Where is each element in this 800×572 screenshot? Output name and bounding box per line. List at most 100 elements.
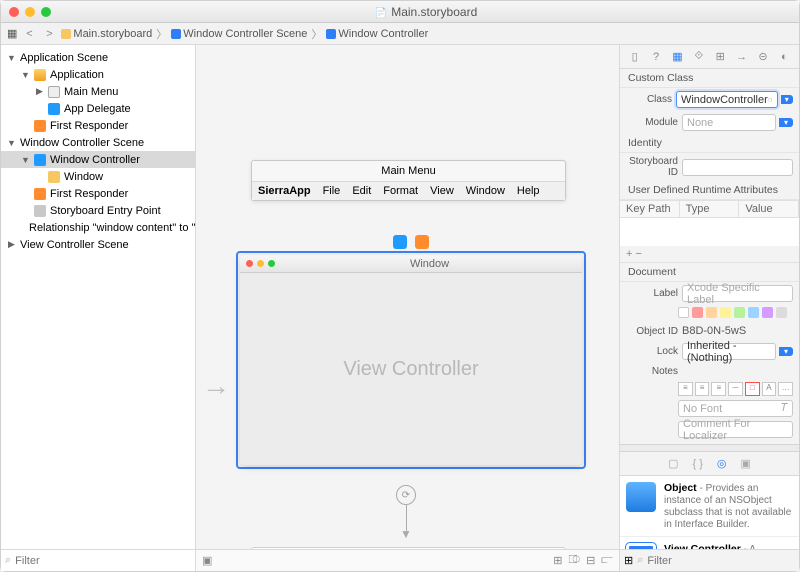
module-dropdown-icon[interactable]: ▾	[779, 118, 793, 127]
storyboard-id-field[interactable]	[682, 159, 793, 176]
swatch-none-icon[interactable]	[678, 307, 689, 318]
search-icon: ⌕	[637, 554, 643, 567]
layout-icon[interactable]: ⊞	[553, 554, 562, 567]
lock-dropdown-icon[interactable]: ▾	[779, 347, 793, 356]
menu-item[interactable]: Help	[517, 185, 540, 197]
window-title: Window	[283, 258, 576, 270]
notes-color-icon[interactable]: □	[745, 382, 760, 396]
class-dropdown-icon[interactable]: ▾	[781, 95, 793, 104]
lock-field[interactable]: Inherited - (Nothing)	[682, 343, 776, 360]
udra-add-remove[interactable]: + −	[620, 246, 799, 263]
module-field[interactable]: None	[682, 114, 776, 131]
code-snippet-tab[interactable]: { }	[692, 458, 702, 470]
outline-row[interactable]: ▼Application	[1, 66, 195, 83]
segue-icon: ⟳	[396, 485, 416, 505]
outline-row[interactable]: ▶View Controller Scene	[1, 236, 195, 253]
object-library-list[interactable]: Object - Provides an instance of an NSOb…	[620, 476, 799, 549]
outline-row[interactable]: First Responder	[1, 185, 195, 202]
window-controller-scene[interactable]: Window View Controller	[236, 233, 586, 469]
canvas-footer: ▣ ⊞ ⎄ ⊟ ⫍	[196, 549, 619, 571]
size-inspector-tab[interactable]: ⊞	[711, 48, 729, 66]
jumpbar-segment[interactable]: Window Controller Scene	[171, 28, 307, 40]
outline-toggle-icon[interactable]: ▣	[202, 554, 212, 567]
library-item-icon	[626, 482, 656, 512]
zoom-icon[interactable]	[41, 7, 51, 17]
file-inspector-tab[interactable]: ▯	[626, 48, 644, 66]
effects-inspector-tab[interactable]: ◐	[775, 48, 793, 66]
media-library-tab[interactable]: ▣	[741, 457, 751, 470]
forward-button[interactable]: >	[41, 28, 57, 40]
outline-row[interactable]: App Delegate	[1, 100, 195, 117]
doc-label-field[interactable]: Xcode Specific Label	[682, 285, 793, 302]
class-field[interactable]: WindowController○	[676, 91, 778, 108]
udra-table[interactable]	[620, 218, 799, 246]
attributes-inspector-tab[interactable]: ⟐	[690, 48, 708, 66]
class-label: Class	[626, 94, 672, 105]
menu-item[interactable]: View	[430, 185, 454, 197]
view-controller-scene[interactable]: View Controller	[251, 547, 566, 549]
window-controller-icon[interactable]	[393, 235, 407, 249]
file-template-tab[interactable]: ▢	[668, 457, 678, 470]
window-titlebar: Main.storyboard	[1, 1, 799, 23]
class-stepper-icon[interactable]: ○	[768, 95, 773, 104]
jumpbar-segment[interactable]: Main.storyboard	[61, 28, 152, 40]
history-toggle-icon[interactable]: ▦	[7, 27, 17, 40]
inspector-tabs: ▯ ? ▦ ⟐ ⊞ → ⊝ ◐	[620, 45, 799, 69]
bindings-inspector-tab[interactable]: ⊝	[754, 48, 772, 66]
library-tabs: ▢ { } ◎ ▣	[620, 452, 799, 476]
outline-row[interactable]: ▼Application Scene	[1, 49, 195, 66]
menu-item[interactable]: File	[323, 185, 341, 197]
outline-row[interactable]: ▶Main Menu	[1, 83, 195, 100]
notes-toolbar[interactable]: ≡≡≡─ □A…	[620, 380, 799, 398]
jump-bar: ▦ < > Main.storyboard 〉 Window Controlle…	[1, 23, 799, 45]
udra-header: User Defined Runtime Attributes	[620, 181, 799, 200]
custom-class-header: Custom Class	[620, 69, 799, 88]
doc-label-label: Label	[626, 288, 678, 299]
help-inspector-tab[interactable]: ?	[647, 48, 665, 66]
outline-tree[interactable]: ▼Application Scene▼Application▶Main Menu…	[1, 45, 195, 549]
document-outline: ▼Application Scene▼Application▶Main Menu…	[1, 45, 196, 571]
library-filter-input[interactable]	[647, 555, 795, 567]
menu-item[interactable]: Edit	[352, 185, 371, 197]
outline-row[interactable]: Storyboard Entry Point	[1, 202, 195, 219]
notes-label: Notes	[626, 366, 678, 377]
embed-icon[interactable]: ⎄	[568, 554, 580, 567]
outline-filter-input[interactable]	[15, 555, 191, 567]
pin-icon[interactable]: ⫍	[601, 554, 613, 567]
object-library-tab[interactable]: ◎	[717, 457, 727, 470]
document-title: Main.storyboard	[61, 5, 791, 19]
window-preview[interactable]: Window View Controller	[240, 255, 582, 465]
module-label: Module	[626, 117, 678, 128]
back-button[interactable]: <	[21, 28, 37, 40]
menu-item[interactable]: SierraApp	[258, 185, 311, 197]
canvas-area: Main Menu SierraApp File Edit Format View Win…	[196, 45, 619, 571]
outline-row[interactable]: Relationship "window content" to "…	[1, 219, 195, 236]
outline-row[interactable]: First Responder	[1, 117, 195, 134]
align-icon[interactable]: ⊟	[586, 554, 595, 567]
notes-font-field[interactable]: No Font𝑇	[678, 400, 793, 417]
grid-view-icon[interactable]: ⊞	[624, 554, 633, 567]
minimize-icon[interactable]	[25, 7, 35, 17]
identity-inspector-tab[interactable]: ▦	[668, 48, 686, 66]
font-picker-icon[interactable]: 𝑇	[781, 402, 788, 415]
main-menu-title: Main Menu	[252, 161, 565, 181]
ib-canvas[interactable]: Main Menu SierraApp File Edit Format View Win…	[196, 45, 619, 549]
connections-inspector-tab[interactable]: →	[733, 48, 751, 66]
library-item[interactable]: View Controller - A controller that mana…	[620, 537, 799, 549]
outline-row[interactable]: Window	[1, 168, 195, 185]
identity-header: Identity	[620, 134, 799, 153]
label-color-swatches[interactable]	[620, 305, 799, 322]
outline-row[interactable]: ▼Window Controller	[1, 151, 195, 168]
segue[interactable]: ⟳ ▼	[396, 485, 416, 537]
library-item[interactable]: Object - Provides an instance of an NSOb…	[620, 476, 799, 537]
udra-table-header: Key Path Type Value	[620, 200, 799, 218]
menu-item[interactable]: Format	[383, 185, 418, 197]
localizer-comment-field[interactable]: Comment For Localizer	[678, 421, 793, 438]
close-icon[interactable]	[9, 7, 19, 17]
menu-item[interactable]: Window	[466, 185, 505, 197]
outline-row[interactable]: ▼Window Controller Scene	[1, 134, 195, 151]
jumpbar-segment[interactable]: Window Controller	[326, 28, 428, 40]
main-menu-scene[interactable]: Main Menu SierraApp File Edit Format View Win…	[251, 160, 566, 201]
selection-highlight: Window View Controller	[236, 251, 586, 469]
first-responder-icon[interactable]	[415, 235, 429, 249]
